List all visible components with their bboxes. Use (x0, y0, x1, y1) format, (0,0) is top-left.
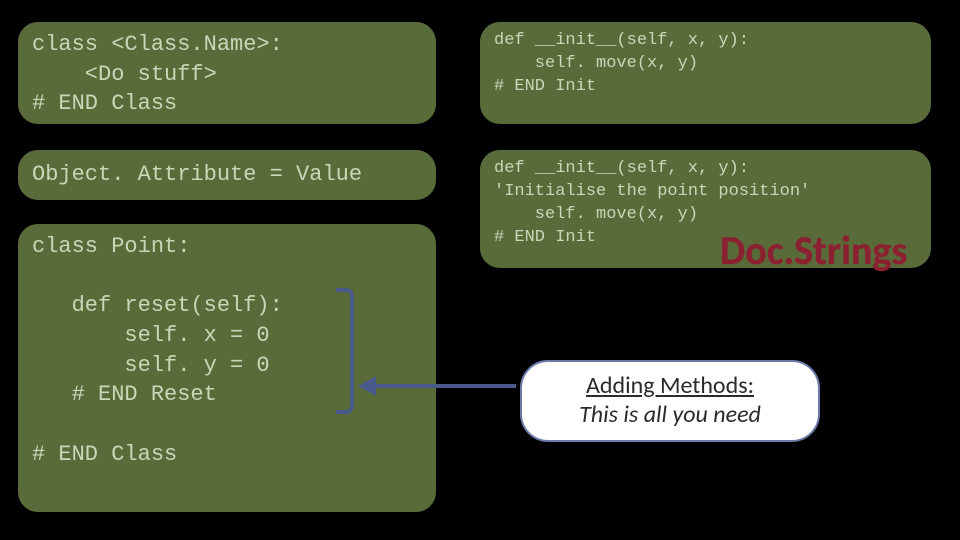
callout-adding-methods: Adding Methods: This is all you need (520, 360, 820, 442)
code-box-init: def __init__(self, x, y): self. move(x, … (478, 20, 933, 126)
callout-line1: Adding Methods: (544, 372, 796, 401)
code-box-attribute: Object. Attribute = Value (16, 148, 438, 202)
arrow-line (376, 384, 516, 388)
code-box-point-class: class Point: def reset(self): self. x = … (16, 222, 438, 514)
arrow-head-icon (358, 376, 376, 396)
callout-line2: This is all you need (544, 401, 796, 430)
docstrings-label: Doc.Strings (720, 226, 907, 275)
method-bracket (336, 288, 354, 414)
code-box-class-template: class <Class.Name>: <Do stuff> # END Cla… (16, 20, 438, 126)
